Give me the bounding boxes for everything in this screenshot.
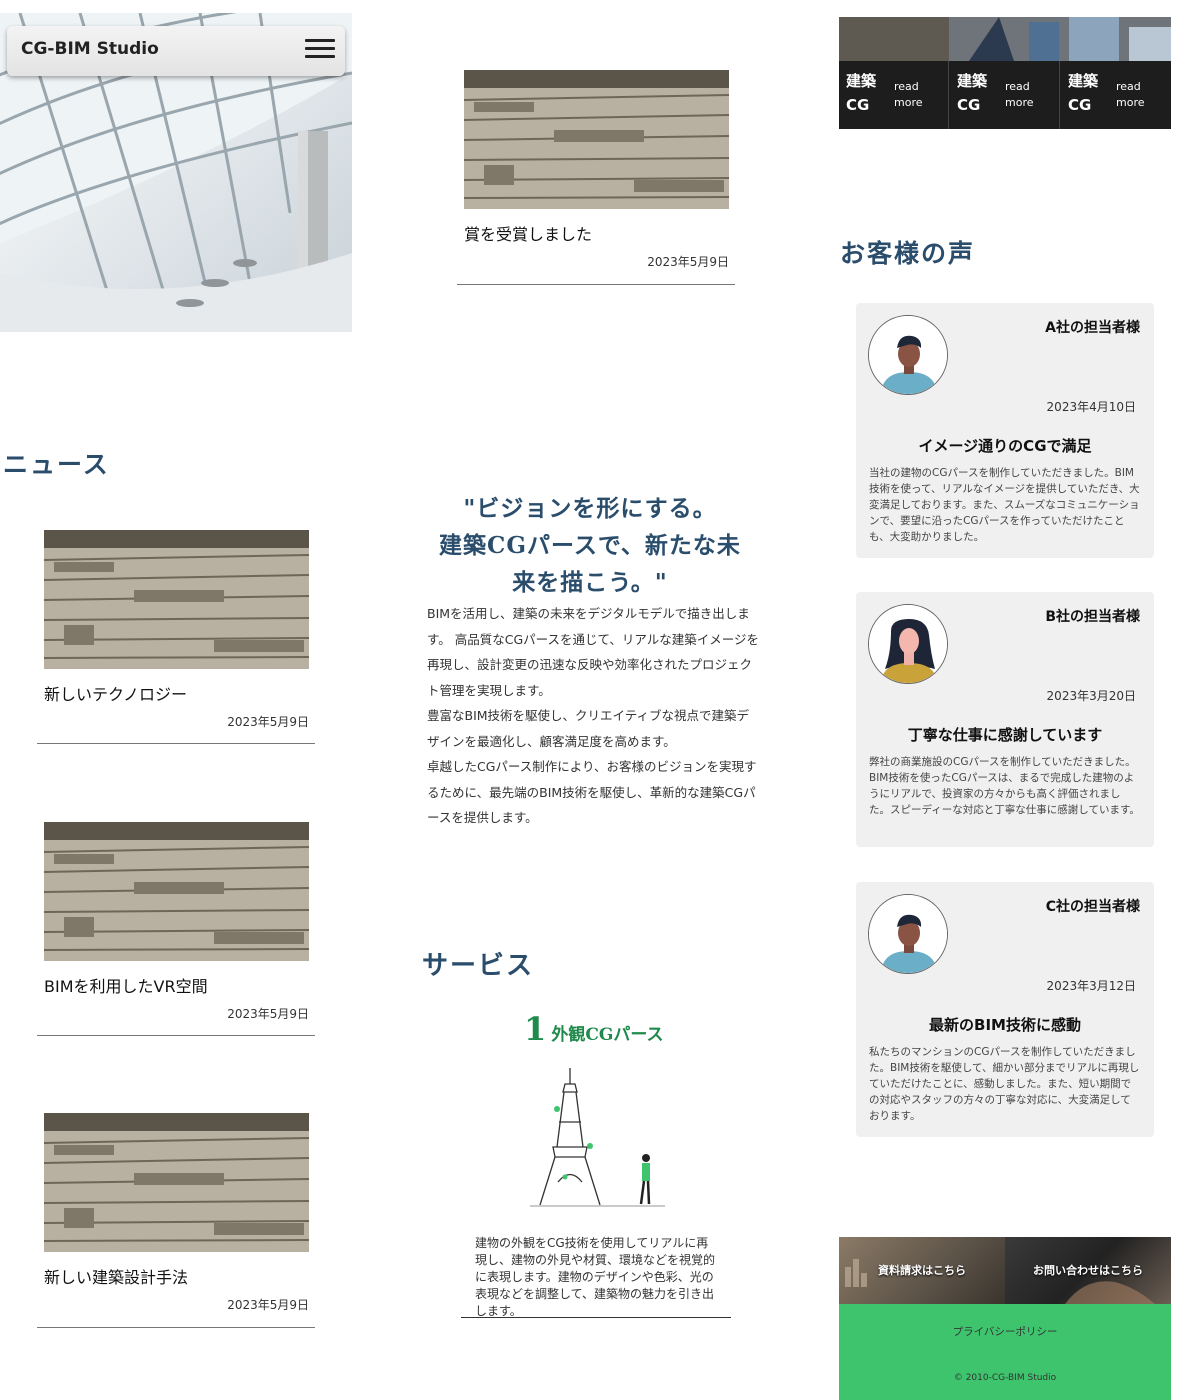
testimonial-title: 最新のBIM技術に感動 (929, 1016, 1081, 1034)
vision-heading-line: "ビジョンを形にする。 (463, 495, 717, 522)
news-date: 2023年5月9日 (647, 255, 729, 269)
contact-button[interactable]: お問い合わせはこちら (1005, 1237, 1171, 1304)
divider (461, 1317, 731, 1318)
banner-label: 建築 (846, 72, 877, 90)
testimonial-body: 弊社の商業施設のCGパースを制作していただきました。BIM技術を使ったCGパース… (869, 756, 1140, 816)
news-item[interactable]: BIMを利用したVR空間 2023年5月9日 (44, 822, 324, 1022)
newspaper-image (44, 822, 309, 961)
news-title: 新しいテクノロジー (44, 685, 188, 704)
testimonials-heading: お客様の声 (840, 239, 976, 268)
avatar-icon (868, 315, 948, 395)
cg-banner: 建築 CG read more 建築 CG read more 建築 CG read mor… (839, 17, 1171, 129)
service-title-row: 1 外観CGパース (524, 1010, 664, 1048)
testimonial-title: 丁寧な仕事に感謝しています (907, 726, 1103, 744)
testimonial-company: A社の担当者様 (1045, 320, 1140, 336)
news-item-featured[interactable]: 賞を受賞しました 2023年5月9日 (464, 70, 744, 270)
testimonial-company: B社の担当者様 (1045, 609, 1140, 625)
newspaper-image (44, 1113, 309, 1252)
testimonial-card: C社の担当者様 2023年3月12日 最新のBIM技術に感動 私たちのマンション… (856, 882, 1154, 1137)
cta-label: お問い合わせはこちら (1033, 1264, 1143, 1277)
testimonial-card: A社の担当者様 2023年4月10日 イメージ通りのCGで満足 当社の建物のCG… (856, 303, 1154, 558)
banner-item[interactable]: 建築 CG read more (950, 61, 1060, 129)
divider (457, 284, 735, 285)
banner-label: CG (1068, 96, 1092, 114)
banner-item[interactable]: 建築 CG read more (839, 61, 949, 129)
news-item[interactable]: 新しいテクノロジー 2023年5月9日 (44, 530, 324, 730)
news-date: 2023年5月9日 (227, 1298, 309, 1312)
divider (37, 1327, 315, 1328)
news-date: 2023年5月9日 (227, 715, 309, 729)
news-heading: ニュース (3, 450, 110, 479)
vision-section: "ビジョンを形にする。 建築CGパースで、新たな未 来を描こう。" BIMを活用… (415, 490, 765, 831)
news-title: 新しい建築設計手法 (44, 1268, 189, 1287)
cta-label: 資料請求はこちら (878, 1264, 966, 1277)
vision-paragraph: BIMを活用し、建築の未来をデジタルモデルで描き出します。 高品質なCGパースを… (427, 606, 760, 698)
newspaper-image (464, 70, 729, 209)
vision-paragraph: 卓越したCGパース制作により、お客様のビジョンを実現するために、最先端のBIM技… (427, 759, 757, 825)
read-more-link: read (894, 80, 919, 93)
vision-heading-line: 建築CGパースで、新たな未 (439, 532, 741, 559)
vision-heading: "ビジョンを形にする。 建築CGパースで、新たな未 来を描こう。" (415, 490, 765, 601)
document-request-button[interactable]: 資料請求はこちら (839, 1237, 1005, 1304)
site-footer: プライバシーポリシー © 2010-CG-BIM Studio (839, 1304, 1171, 1400)
eiffel-tower-illustration-icon (525, 1062, 675, 1216)
vision-heading-line: 来を描こう。" (512, 569, 668, 596)
services-heading: サービス (422, 951, 535, 981)
service-title: 外観CGパース (551, 1025, 664, 1045)
newspaper-image (44, 530, 309, 669)
banner-label: 建築 (957, 72, 988, 90)
read-more-link: read (1005, 80, 1030, 93)
testimonial-date: 2023年3月12日 (1046, 979, 1136, 993)
testimonial-title: イメージ通りのCGで満足 (918, 437, 1092, 455)
service-description: 建物の外観をCG技術を使用してリアルに再現し、建物の外見や材質、環境などを視覚的… (475, 1236, 716, 1318)
banner-label: 建築 (1068, 72, 1099, 90)
news-title: 賞を受賞しました (464, 225, 593, 244)
banner-label: CG (957, 96, 981, 114)
testimonial-date: 2023年3月20日 (1046, 689, 1136, 703)
read-more-link: more (1116, 96, 1145, 109)
avatar-icon (868, 894, 948, 974)
banner-label: CG (846, 96, 870, 114)
divider (37, 743, 315, 744)
testimonial-company: C社の担当者様 (1045, 899, 1140, 915)
read-more-link: more (894, 96, 923, 109)
avatar-icon (868, 604, 948, 684)
cta-bar: 資料請求はこちら お問い合わせはこちら (839, 1237, 1171, 1304)
news-title: BIMを利用したVR空間 (44, 977, 208, 996)
site-title[interactable]: CG-BIM Studio (21, 39, 159, 59)
vision-paragraph: 豊富なBIM技術を駆使し、クリエイティブな視点で建築デザインを最適化し、顧客満足… (427, 708, 750, 749)
site-header: CG-BIM Studio (7, 26, 345, 76)
service-number: 1 (524, 1010, 547, 1048)
divider (37, 1035, 315, 1036)
hamburger-menu-icon[interactable] (305, 39, 335, 61)
testimonial-card: B社の担当者様 2023年3月20日 丁寧な仕事に感謝しています 弊社の商業施設… (856, 592, 1154, 847)
testimonial-date: 2023年4月10日 (1046, 400, 1136, 414)
copyright: © 2010-CG-BIM Studio (953, 1373, 1057, 1383)
privacy-policy-link[interactable]: プライバシーポリシー (839, 1324, 1171, 1339)
read-more-link: read (1116, 80, 1141, 93)
banner-item[interactable]: 建築 CG read more (1061, 61, 1171, 129)
testimonial-body: 私たちのマンションのCGパースを制作していただきました。BIM技術を駆使して、細… (869, 1046, 1140, 1122)
read-more-link: more (1005, 96, 1034, 109)
news-item[interactable]: 新しい建築設計手法 2023年5月9日 (44, 1113, 324, 1313)
testimonial-body: 当社の建物のCGパースを制作していただきました。BIM技術を使って、リアルなイメ… (869, 467, 1140, 543)
news-date: 2023年5月9日 (227, 1007, 309, 1021)
